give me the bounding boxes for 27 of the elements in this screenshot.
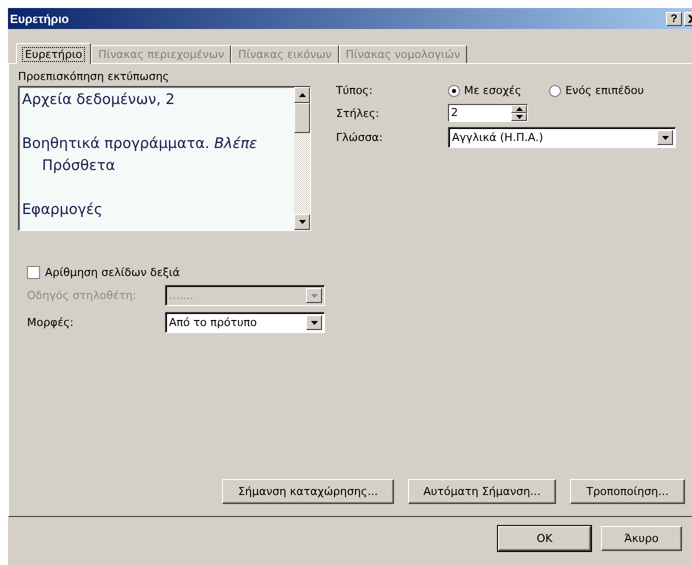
formats-label: Μορφές:	[27, 316, 75, 329]
language-dropdown[interactable]: Αγγλικά (Η.Π.Α.)	[448, 127, 676, 148]
radio-label: Ενός επιπέδου	[565, 84, 644, 97]
formats-dropdown[interactable]: Από το πρότυπο	[165, 312, 325, 333]
radio-option[interactable]: Ενός επιπέδου	[549, 84, 644, 97]
index-entry: Εφαρμογές	[22, 201, 104, 220]
index-entry: Βοηθητικά προγράμματα. Βλέπε	[22, 135, 258, 154]
radio-option[interactable]: Με εσοχές	[448, 84, 522, 97]
checkbox-label: Αρίθμηση σελίδων δεξιά	[45, 266, 180, 279]
action-button[interactable]: Σήμανση καταχώρησης...	[222, 479, 394, 504]
radio-label: Με εσοχές	[464, 84, 522, 97]
window-title: Ευρετήριο	[10, 12, 69, 26]
action-button[interactable]: Τροποποίηση...	[570, 479, 685, 504]
index-entry-continuation: Πρόσθετα	[41, 157, 116, 176]
help-button[interactable]: ?	[666, 12, 682, 26]
tab-leader-label: Οδηγός στηλοθέτη:	[27, 289, 138, 302]
index-entry: Αρχεία δεδομένων, 2	[22, 91, 176, 110]
language-label: Γλώσσα:	[336, 131, 384, 144]
dialog-button[interactable]: Άκυρο	[601, 526, 682, 551]
tab[interactable]: Ευρετήριο	[16, 43, 92, 64]
columns-spinner[interactable]: 2	[448, 104, 528, 122]
preview-label: Προεπισκόπηση εκτύπωσης	[18, 70, 170, 83]
checkbox-option[interactable]: Αρίθμηση σελίδων δεξιά	[27, 266, 692, 279]
columns-label: Στήλες:	[336, 106, 380, 120]
action-button[interactable]: Αυτόματη Σήμανση...	[408, 479, 556, 504]
dialog-button[interactable]: OK	[498, 526, 591, 551]
type-label: Τύπος:	[336, 84, 374, 97]
